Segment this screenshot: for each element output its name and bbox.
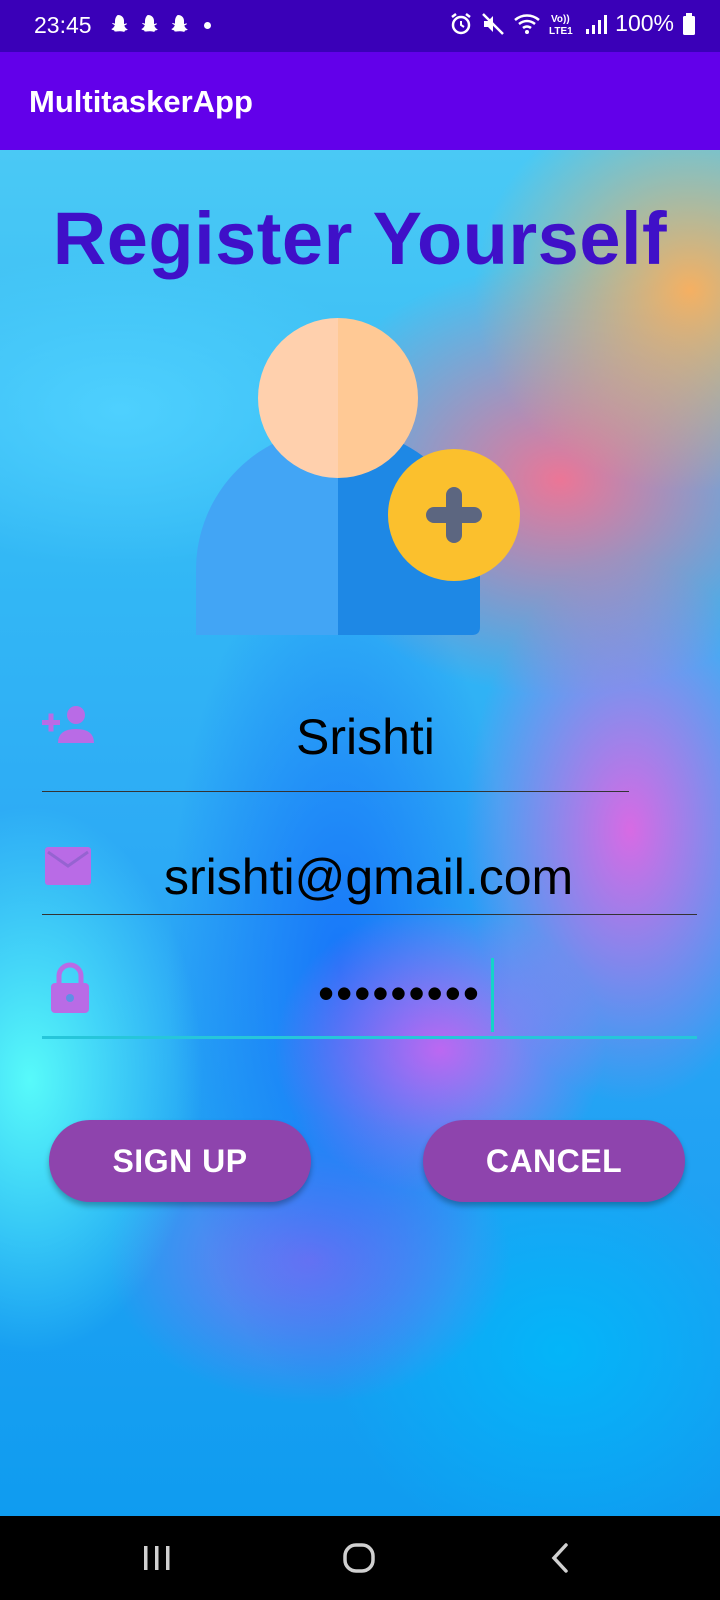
home-icon[interactable] [342,1540,378,1576]
system-status: Vo)) LTE1 100% [449,10,696,37]
alarm-icon [451,12,471,34]
svg-text:Vo)): Vo)) [551,14,570,25]
battery-icon [683,12,695,35]
wifi-icon [514,13,540,34]
back-icon[interactable] [548,1540,572,1576]
snapchat-icon [111,15,128,32]
name-input[interactable]: Srishti [296,708,435,766]
page-title: Register Yourself [52,197,668,280]
cancel-button[interactable]: CANCEL [423,1120,685,1202]
email-underline [42,914,697,915]
name-underline [42,791,629,792]
navigation-bar [0,1516,720,1600]
app-bar: MultitaskerApp [0,52,720,150]
text-cursor [491,958,494,1032]
signal-icon [586,14,608,34]
recents-icon[interactable] [142,1540,172,1576]
register-screen: Register Yourself Srishti srishti@gmail.… [0,150,720,1516]
sign-up-button[interactable]: SIGN UP [49,1120,311,1202]
password-underline [42,1036,697,1039]
email-icon [45,847,91,885]
status-bar: 23:45 Vo)) LTE1 100% [0,0,720,52]
email-input[interactable]: srishti@gmail.com [164,848,573,906]
notification-icons [108,14,211,36]
add-user-avatar-icon [196,318,520,635]
svg-text:LTE1: LTE1 [549,26,573,36]
battery-percent: 100% [615,10,674,36]
lock-icon [51,962,89,1013]
person-add-icon [42,706,94,743]
app-title: MultitaskerApp [29,84,253,119]
status-time: 23:45 [34,12,92,38]
dot-icon [204,21,211,29]
mute-icon [482,12,505,35]
password-input[interactable]: ••••••••• [318,966,481,1020]
volte-icon: Vo))LTE1 [549,14,573,36]
snapchat-icon [141,15,158,32]
snapchat-icon [171,15,188,32]
